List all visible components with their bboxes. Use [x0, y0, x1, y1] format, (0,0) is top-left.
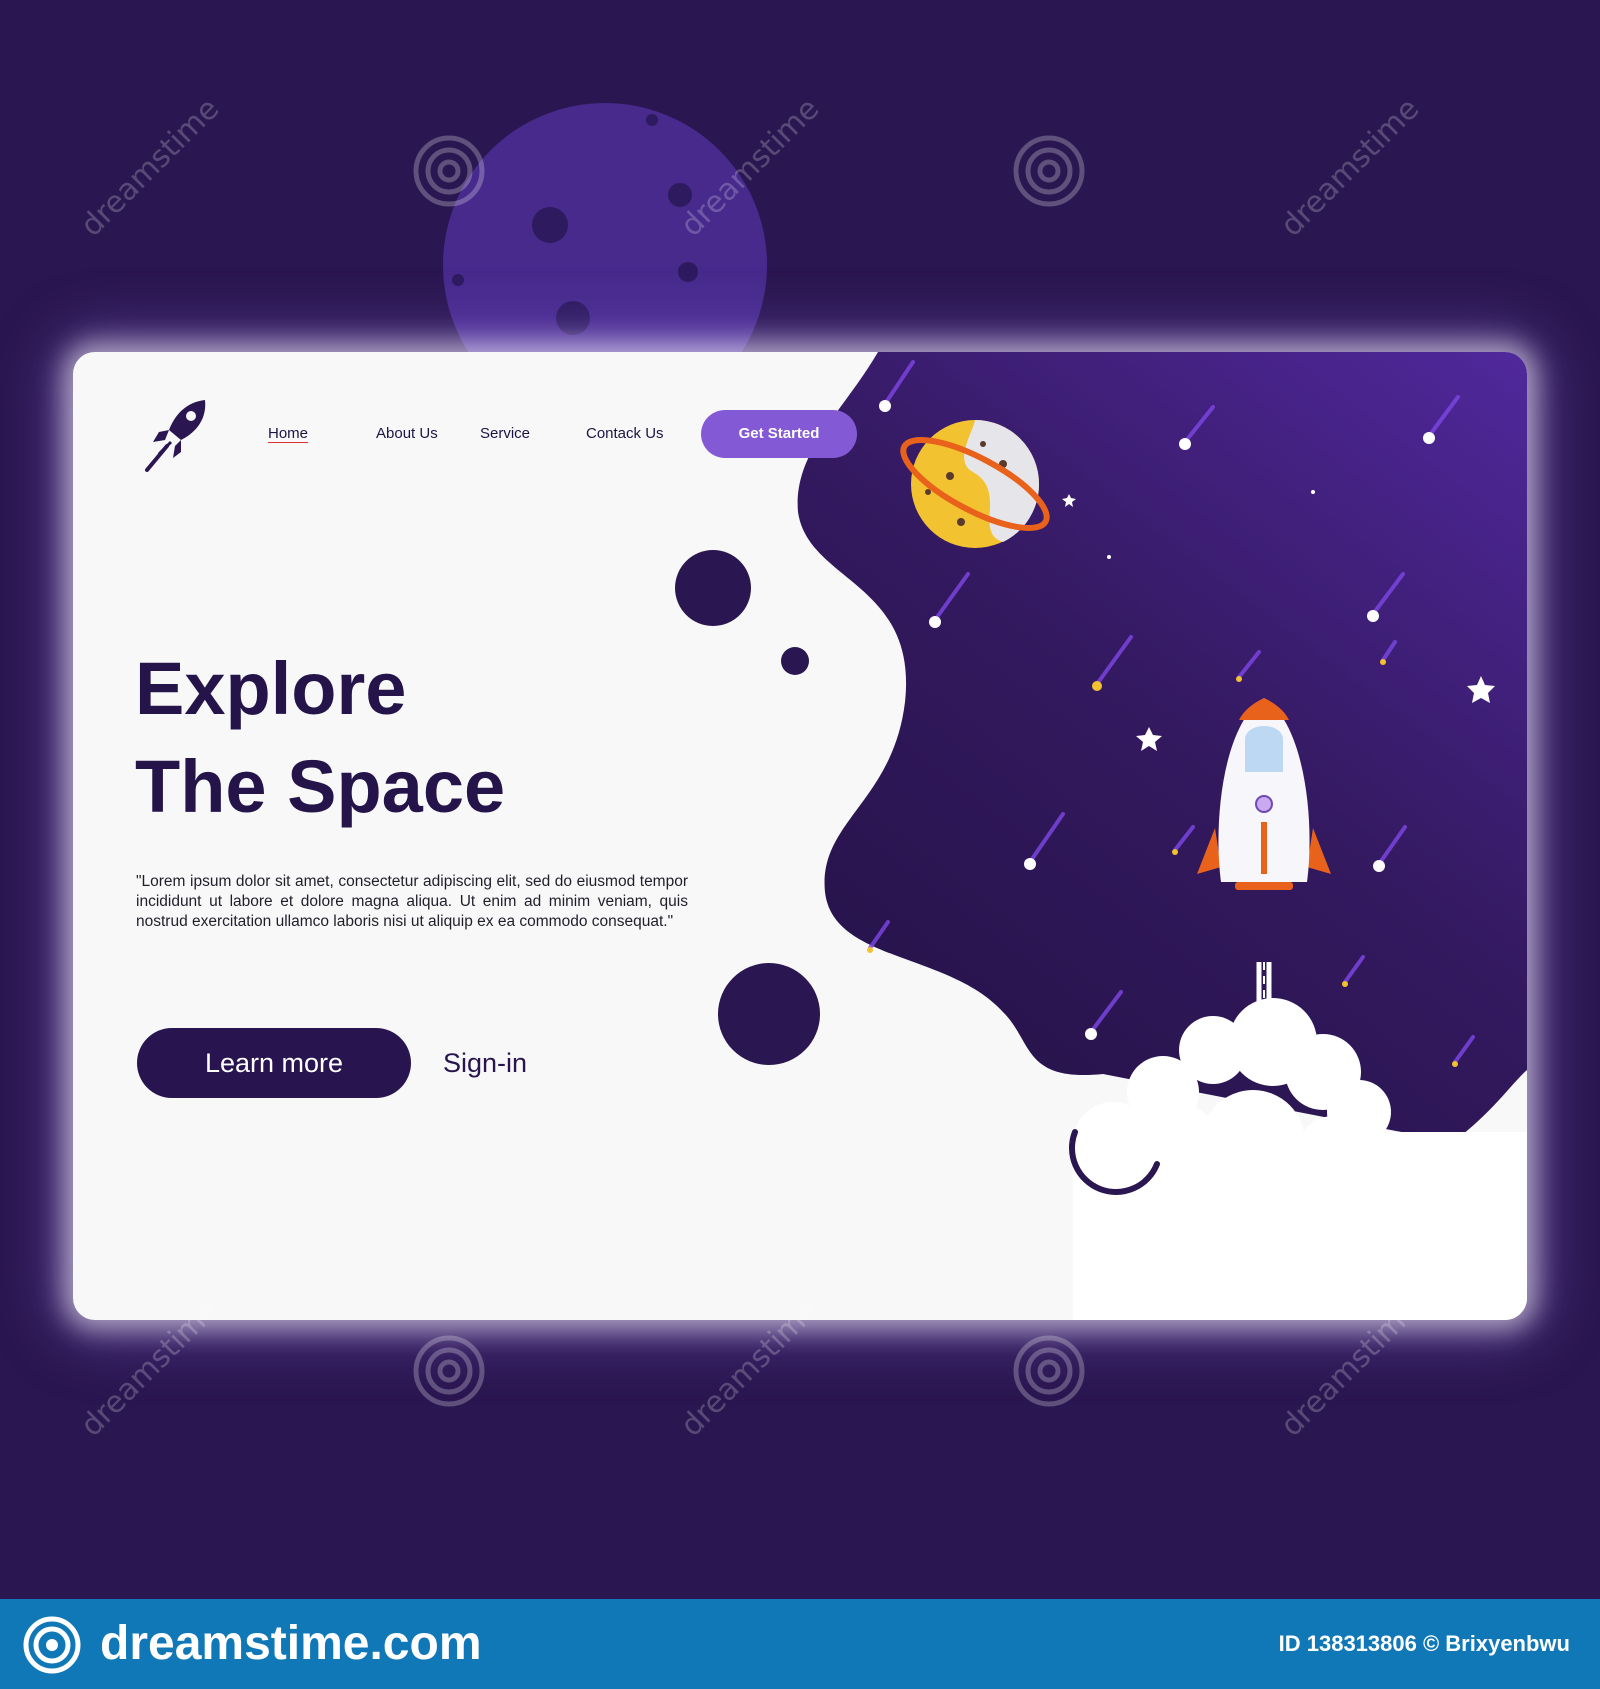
nav-item-about-us[interactable]: About Us	[376, 410, 438, 458]
stock-footer-bar: dreamstime.com ID 138313806 © Brixyenbwu	[0, 1599, 1600, 1689]
nav-item-contact-us[interactable]: Contack Us	[586, 410, 664, 458]
nav-item-service[interactable]: Service	[480, 410, 530, 458]
landing-page-card: Home About Us Service Contack Us Get Sta…	[73, 352, 1527, 1320]
dreamstime-swirl-icon	[23, 1616, 81, 1674]
sign-in-link[interactable]: Sign-in	[443, 1028, 527, 1098]
rocket-logo-icon[interactable]	[141, 396, 213, 476]
dreamstime-swirl-icon	[1013, 1335, 1085, 1407]
hero-title-line-1: Explore	[135, 647, 407, 730]
space-illustration	[675, 352, 1527, 1320]
footer-image-credit: ID 138313806 © Brixyenbwu	[1278, 1631, 1570, 1656]
dreamstime-swirl-icon	[413, 135, 485, 207]
watermark-text: dreamstime	[1274, 91, 1427, 244]
nav-item-home[interactable]: Home	[268, 410, 308, 458]
footer-brand: dreamstime.com	[100, 1617, 482, 1670]
hero-title-line-2: The Space	[135, 745, 506, 828]
hero-title: Explore The Space	[135, 640, 505, 836]
dreamstime-swirl-icon	[1013, 135, 1085, 207]
hero-description: "Lorem ipsum dolor sit amet, consectetur…	[136, 873, 688, 930]
learn-more-button[interactable]: Learn more	[137, 1028, 411, 1098]
dreamstime-swirl-icon	[413, 1335, 485, 1407]
watermark-text: dreamstime	[74, 91, 227, 244]
get-started-button[interactable]: Get Started	[701, 410, 857, 458]
